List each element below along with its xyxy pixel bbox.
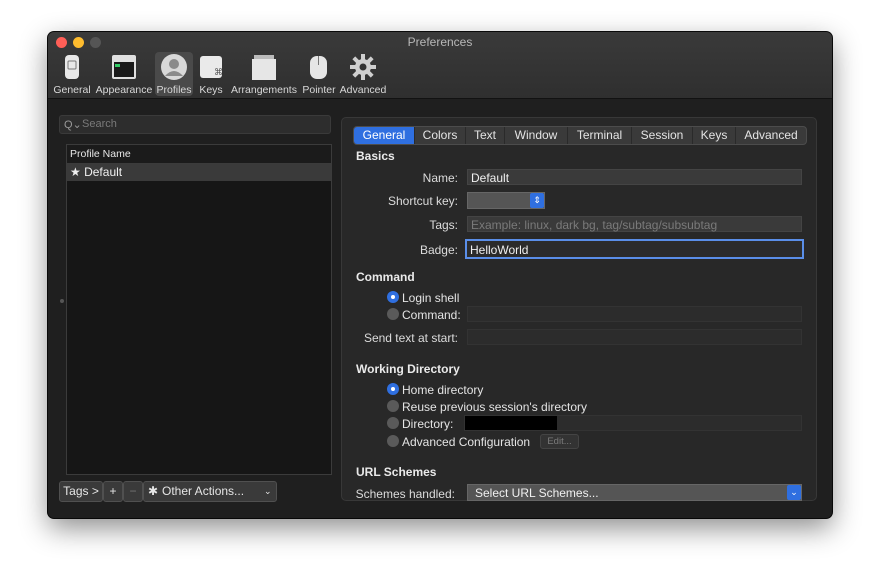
toolbar-label: Pointer bbox=[302, 84, 336, 96]
home-directory-radio[interactable] bbox=[387, 383, 399, 395]
settings-panel: General Colors Text Window Terminal Sess… bbox=[341, 117, 817, 501]
stepper-arrows-icon: ⇕ bbox=[530, 193, 544, 208]
section-command: Command bbox=[356, 270, 415, 284]
other-actions-menu[interactable]: ✱ Other Actions... ⌄ bbox=[143, 481, 277, 502]
profile-search-field[interactable]: Q⌄ Search bbox=[59, 115, 331, 134]
profile-list-header[interactable]: Profile Name bbox=[67, 145, 331, 164]
badge-field[interactable]: HelloWorld bbox=[465, 239, 804, 259]
gear-icon bbox=[348, 53, 378, 81]
gear-icon: ✱ bbox=[148, 484, 159, 498]
profile-row-default[interactable]: ★ Default bbox=[67, 164, 331, 181]
edit-button[interactable]: Edit... bbox=[540, 434, 579, 449]
redacted-path bbox=[465, 416, 557, 430]
toolbar-label: General bbox=[53, 84, 91, 96]
title-bar: Preferences General Appearance Profiles … bbox=[48, 32, 832, 99]
name-label: Name: bbox=[422, 171, 458, 185]
chevron-down-icon: ⌄ bbox=[264, 486, 272, 496]
name-field[interactable]: Default bbox=[467, 169, 802, 185]
url-schemes-select-label: Select URL Schemes... bbox=[475, 486, 599, 500]
command-key-icon: ⌘ bbox=[196, 53, 226, 81]
command-field[interactable] bbox=[467, 306, 802, 322]
tab-advanced[interactable]: Advanced bbox=[736, 127, 806, 144]
toolbar-label: Advanced bbox=[339, 84, 387, 96]
profile-settings: General Colors Text Window Terminal Sess… bbox=[341, 99, 832, 518]
add-profile-button[interactable]: + bbox=[103, 481, 123, 502]
tab-terminal[interactable]: Terminal bbox=[568, 127, 632, 144]
section-basics: Basics bbox=[356, 149, 395, 163]
url-schemes-select[interactable]: Select URL Schemes... ⌄ bbox=[467, 484, 802, 501]
window-title: Preferences bbox=[407, 35, 473, 49]
advanced-config-label: Advanced Configuration bbox=[402, 435, 531, 449]
search-icon: Q⌄ bbox=[64, 119, 82, 131]
phone-switch-icon bbox=[57, 53, 87, 81]
shortcut-key-label: Shortcut key: bbox=[387, 194, 458, 208]
profile-person-icon bbox=[159, 53, 189, 81]
command-label: Command: bbox=[402, 308, 461, 322]
reuse-directory-label: Reuse previous session's directory bbox=[402, 400, 588, 414]
remove-profile-button[interactable]: − bbox=[123, 481, 143, 502]
svg-text:⌘: ⌘ bbox=[214, 68, 223, 78]
mouse-icon bbox=[304, 53, 334, 81]
tab-text[interactable]: Text bbox=[466, 127, 505, 144]
tags-button[interactable]: Tags > bbox=[59, 481, 103, 502]
toolbar-appearance[interactable]: Appearance bbox=[94, 52, 154, 96]
profile-sidebar: Q⌄ Search Profile Name ★ Default Tags > … bbox=[48, 99, 341, 518]
directory-label: Directory: bbox=[402, 417, 454, 431]
home-directory-label: Home directory bbox=[402, 383, 484, 397]
tab-session[interactable]: Session bbox=[632, 127, 693, 144]
badge-label: Badge: bbox=[419, 243, 458, 257]
toolbar-advanced[interactable]: Advanced bbox=[339, 52, 387, 96]
toolbar-pointer[interactable]: Pointer bbox=[300, 52, 338, 96]
schemes-handled-label: Schemes handled: bbox=[355, 487, 455, 501]
tab-window[interactable]: Window bbox=[505, 127, 568, 144]
directory-field[interactable] bbox=[464, 415, 802, 431]
preferences-window: Preferences General Appearance Profiles … bbox=[48, 32, 832, 518]
tab-bar: General Colors Text Window Terminal Sess… bbox=[353, 126, 807, 145]
search-placeholder: Search bbox=[82, 118, 117, 130]
login-shell-radio[interactable] bbox=[387, 291, 399, 303]
toolbar-label: Profiles bbox=[156, 84, 192, 96]
tags-field[interactable]: Example: linux, dark bg, tag/subtag/subs… bbox=[467, 216, 802, 232]
toolbar-arrangements[interactable]: Arrangements bbox=[230, 52, 298, 96]
shortcut-key-select[interactable]: ⇕ bbox=[467, 192, 545, 209]
tab-keys[interactable]: Keys bbox=[693, 127, 736, 144]
login-shell-label: Login shell bbox=[402, 291, 460, 305]
section-url-schemes: URL Schemes bbox=[356, 465, 437, 479]
profile-list: Profile Name ★ Default bbox=[66, 144, 332, 475]
send-text-field[interactable] bbox=[467, 329, 802, 345]
reuse-directory-radio[interactable] bbox=[387, 400, 399, 412]
toolbar-label: Keys bbox=[199, 84, 223, 96]
toolbar-label: Appearance bbox=[95, 84, 153, 96]
command-radio[interactable] bbox=[387, 308, 399, 320]
toolbar-keys[interactable]: ⌘ Keys bbox=[195, 52, 227, 96]
directory-radio[interactable] bbox=[387, 417, 399, 429]
split-handle[interactable] bbox=[60, 299, 64, 303]
tab-colors[interactable]: Colors bbox=[415, 127, 466, 144]
window-stack-icon bbox=[249, 53, 279, 81]
other-actions-label: Other Actions... bbox=[162, 484, 245, 498]
appearance-window-icon bbox=[109, 53, 139, 81]
section-working-directory: Working Directory bbox=[356, 362, 460, 376]
chevron-down-icon: ⌄ bbox=[787, 485, 801, 500]
toolbar-profiles[interactable]: Profiles bbox=[155, 52, 193, 96]
toolbar-general[interactable]: General bbox=[53, 52, 91, 96]
send-text-label: Send text at start: bbox=[363, 331, 458, 345]
advanced-config-radio[interactable] bbox=[387, 435, 399, 447]
tags-label: Tags: bbox=[429, 218, 458, 232]
tab-general[interactable]: General bbox=[354, 127, 415, 144]
toolbar-label: Arrangements bbox=[231, 84, 297, 96]
